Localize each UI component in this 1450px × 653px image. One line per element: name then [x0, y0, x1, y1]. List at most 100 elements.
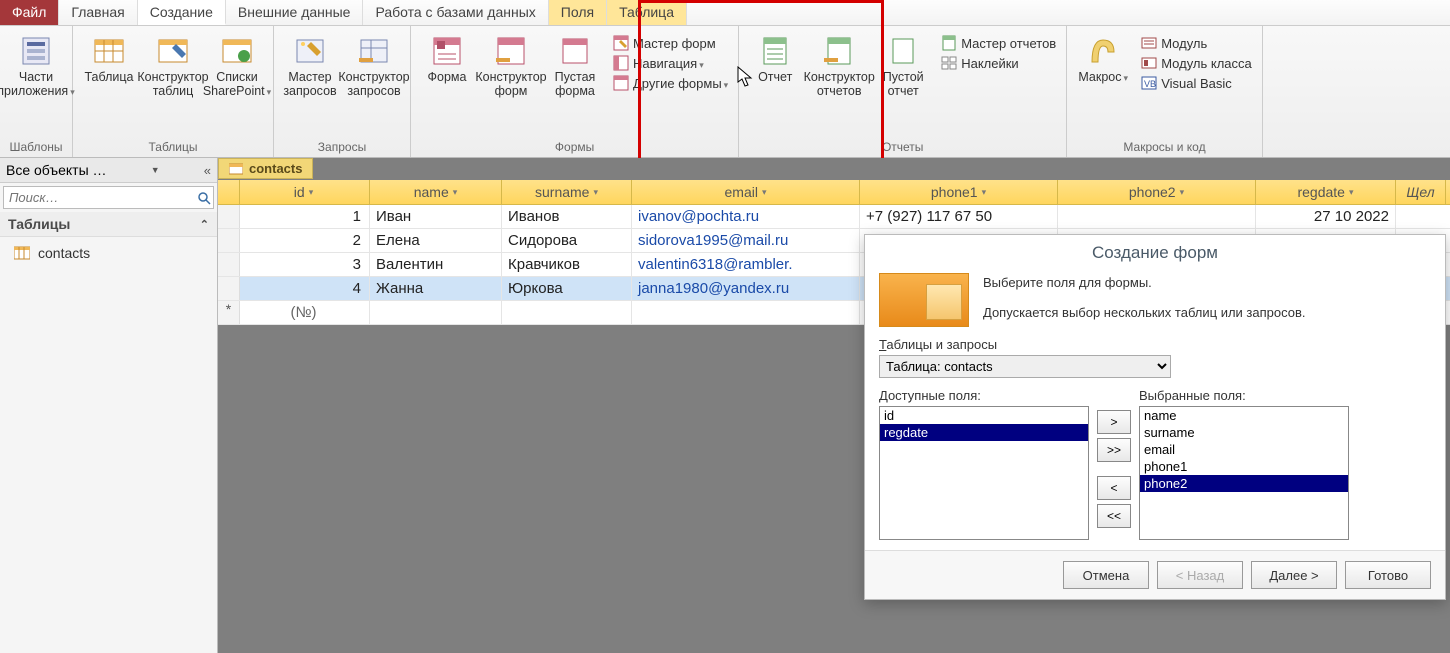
tab-table[interactable]: Таблица [607, 0, 687, 25]
query-wizard-button[interactable]: Мастерзапросов [280, 30, 340, 99]
tab-fields[interactable]: Поля [549, 0, 607, 25]
tab-external-data[interactable]: Внешние данные [226, 0, 364, 25]
col-header-regdate[interactable]: regdate▾ [1256, 180, 1396, 204]
more-forms-button[interactable]: Другие формы [609, 74, 732, 92]
col-header-surname[interactable]: surname▾ [502, 180, 632, 204]
move-left-button[interactable]: < [1097, 476, 1131, 500]
wizard-available-list[interactable]: idregdate [879, 406, 1089, 540]
report-design-button[interactable]: Конструкторотчетов [809, 30, 869, 99]
wizard-back-button[interactable]: < Назад [1157, 561, 1243, 589]
tab-db-tools[interactable]: Работа с базами данных [363, 0, 548, 25]
col-header-id[interactable]: id▾ [240, 180, 370, 204]
cell-surname[interactable]: Сидорова [502, 229, 632, 252]
app-parts-button[interactable]: Частиприложения [6, 30, 66, 99]
col-header-phone2[interactable]: phone2▾ [1058, 180, 1256, 204]
ribbon-group-queries: Мастерзапросов Конструкторзапросов Запро… [274, 26, 411, 157]
table-button[interactable]: Таблица [79, 30, 139, 84]
nav-search [3, 186, 214, 209]
selected-field-item[interactable]: surname [1140, 424, 1348, 441]
form-button[interactable]: Форма [417, 30, 477, 84]
form-icon [430, 34, 464, 68]
visual-basic-button[interactable]: VB Visual Basic [1137, 74, 1256, 92]
table-row[interactable]: 1ИванИвановivanov@pochta.ru+7 (927) 117 … [218, 205, 1450, 229]
selected-field-item[interactable]: name [1140, 407, 1348, 424]
cell-name[interactable]: Иван [370, 205, 502, 228]
col-header-add[interactable]: Щел [1396, 180, 1446, 204]
cell-phone1[interactable]: +7 (927) 117 67 50 [860, 205, 1058, 228]
sharepoint-label: СпискиSharePoint [203, 70, 271, 99]
cell-name[interactable]: Жанна [370, 277, 502, 300]
cell-name[interactable]: Елена [370, 229, 502, 252]
wizard-finish-button[interactable]: Готово [1345, 561, 1431, 589]
app-parts-label: Частиприложения [0, 70, 75, 99]
cell-id[interactable]: 4 [240, 277, 370, 300]
cell-surname[interactable]: Юркова [502, 277, 632, 300]
row-selector[interactable] [218, 277, 240, 300]
cell-id[interactable]: 2 [240, 229, 370, 252]
cell-id[interactable]: 1 [240, 205, 370, 228]
form-design-button[interactable]: Конструкторформ [481, 30, 541, 99]
form-design-icon [494, 34, 528, 68]
cell-id-new[interactable]: (№) [240, 301, 370, 324]
tab-create[interactable]: Создание [138, 0, 226, 25]
query-wizard-label: Мастерзапросов [283, 70, 336, 99]
table-design-button[interactable]: Конструктортаблиц [143, 30, 203, 99]
row-selector[interactable] [218, 229, 240, 252]
query-design-button[interactable]: Конструкторзапросов [344, 30, 404, 99]
blank-form-button[interactable]: Пустаяформа [545, 30, 605, 99]
search-icon[interactable] [195, 189, 213, 207]
labels-button[interactable]: Наклейки [937, 54, 1060, 72]
group-label-queries: Запросы [280, 138, 404, 157]
nav-header-title[interactable]: Все объекты … [6, 162, 107, 178]
module-button[interactable]: Модуль [1137, 34, 1256, 52]
more-forms-label: Другие формы [633, 76, 728, 91]
macro-button[interactable]: Макрос [1073, 30, 1133, 84]
cell-surname[interactable]: Иванов [502, 205, 632, 228]
form-wizard-button[interactable]: Мастер форм [609, 34, 732, 52]
wizard-table-combo[interactable]: Таблица: contacts [879, 355, 1171, 378]
nav-collapse-button[interactable]: « [204, 163, 211, 178]
col-header-email[interactable]: email▾ [632, 180, 860, 204]
selected-field-item[interactable]: phone1 [1140, 458, 1348, 475]
col-header-name[interactable]: name▾ [370, 180, 502, 204]
nav-search-input[interactable] [4, 187, 195, 208]
move-all-left-button[interactable]: << [1097, 504, 1131, 528]
col-header-phone1[interactable]: phone1▾ [860, 180, 1058, 204]
move-right-button[interactable]: > [1097, 410, 1131, 434]
wizard-selected-list[interactable]: namesurnameemailphone1phone2 [1139, 406, 1349, 540]
query-design-label: Конструкторзапросов [338, 70, 409, 99]
cell-regdate[interactable]: 27 10 2022 [1256, 205, 1396, 228]
row-selector[interactable] [218, 253, 240, 276]
available-field-item[interactable]: regdate [880, 424, 1088, 441]
nav-section-tables[interactable]: Таблицы ⌃ [0, 212, 217, 237]
move-all-right-button[interactable]: >> [1097, 438, 1131, 462]
report-label: Отчет [758, 70, 792, 84]
class-module-button[interactable]: Модуль класса [1137, 54, 1256, 72]
cell-id[interactable]: 3 [240, 253, 370, 276]
blank-report-button[interactable]: Пустойотчет [873, 30, 933, 99]
sharepoint-lists-button[interactable]: СпискиSharePoint [207, 30, 267, 99]
cell-surname[interactable]: Кравчиков [502, 253, 632, 276]
selected-field-item[interactable]: phone2 [1140, 475, 1348, 492]
cell-name[interactable]: Валентин [370, 253, 502, 276]
tab-home[interactable]: Главная [59, 0, 137, 25]
cell-email[interactable]: janna1980@yandex.ru [632, 277, 860, 300]
cell-phone2[interactable] [1058, 205, 1256, 228]
report-button[interactable]: Отчет [745, 30, 805, 84]
available-field-item[interactable]: id [880, 407, 1088, 424]
cell-email[interactable]: valentin6318@rambler. [632, 253, 860, 276]
cell-email[interactable]: sidorova1995@mail.ru [632, 229, 860, 252]
navigation-button[interactable]: Навигация [609, 54, 732, 72]
select-all-cell[interactable] [218, 180, 240, 204]
wizard-cancel-button[interactable]: Отмена [1063, 561, 1149, 589]
tab-file[interactable]: Файл [0, 0, 59, 25]
report-wizard-button[interactable]: Мастер отчетов [937, 34, 1060, 52]
cell-email[interactable]: ivanov@pochta.ru [632, 205, 860, 228]
row-selector[interactable] [218, 205, 240, 228]
report-wizard-label: Мастер отчетов [961, 36, 1056, 51]
row-selector-new[interactable]: * [218, 301, 240, 324]
wizard-next-button[interactable]: Далее > [1251, 561, 1337, 589]
selected-field-item[interactable]: email [1140, 441, 1348, 458]
document-tab-contacts[interactable]: contacts [218, 158, 313, 179]
nav-item-contacts[interactable]: contacts [0, 237, 217, 269]
